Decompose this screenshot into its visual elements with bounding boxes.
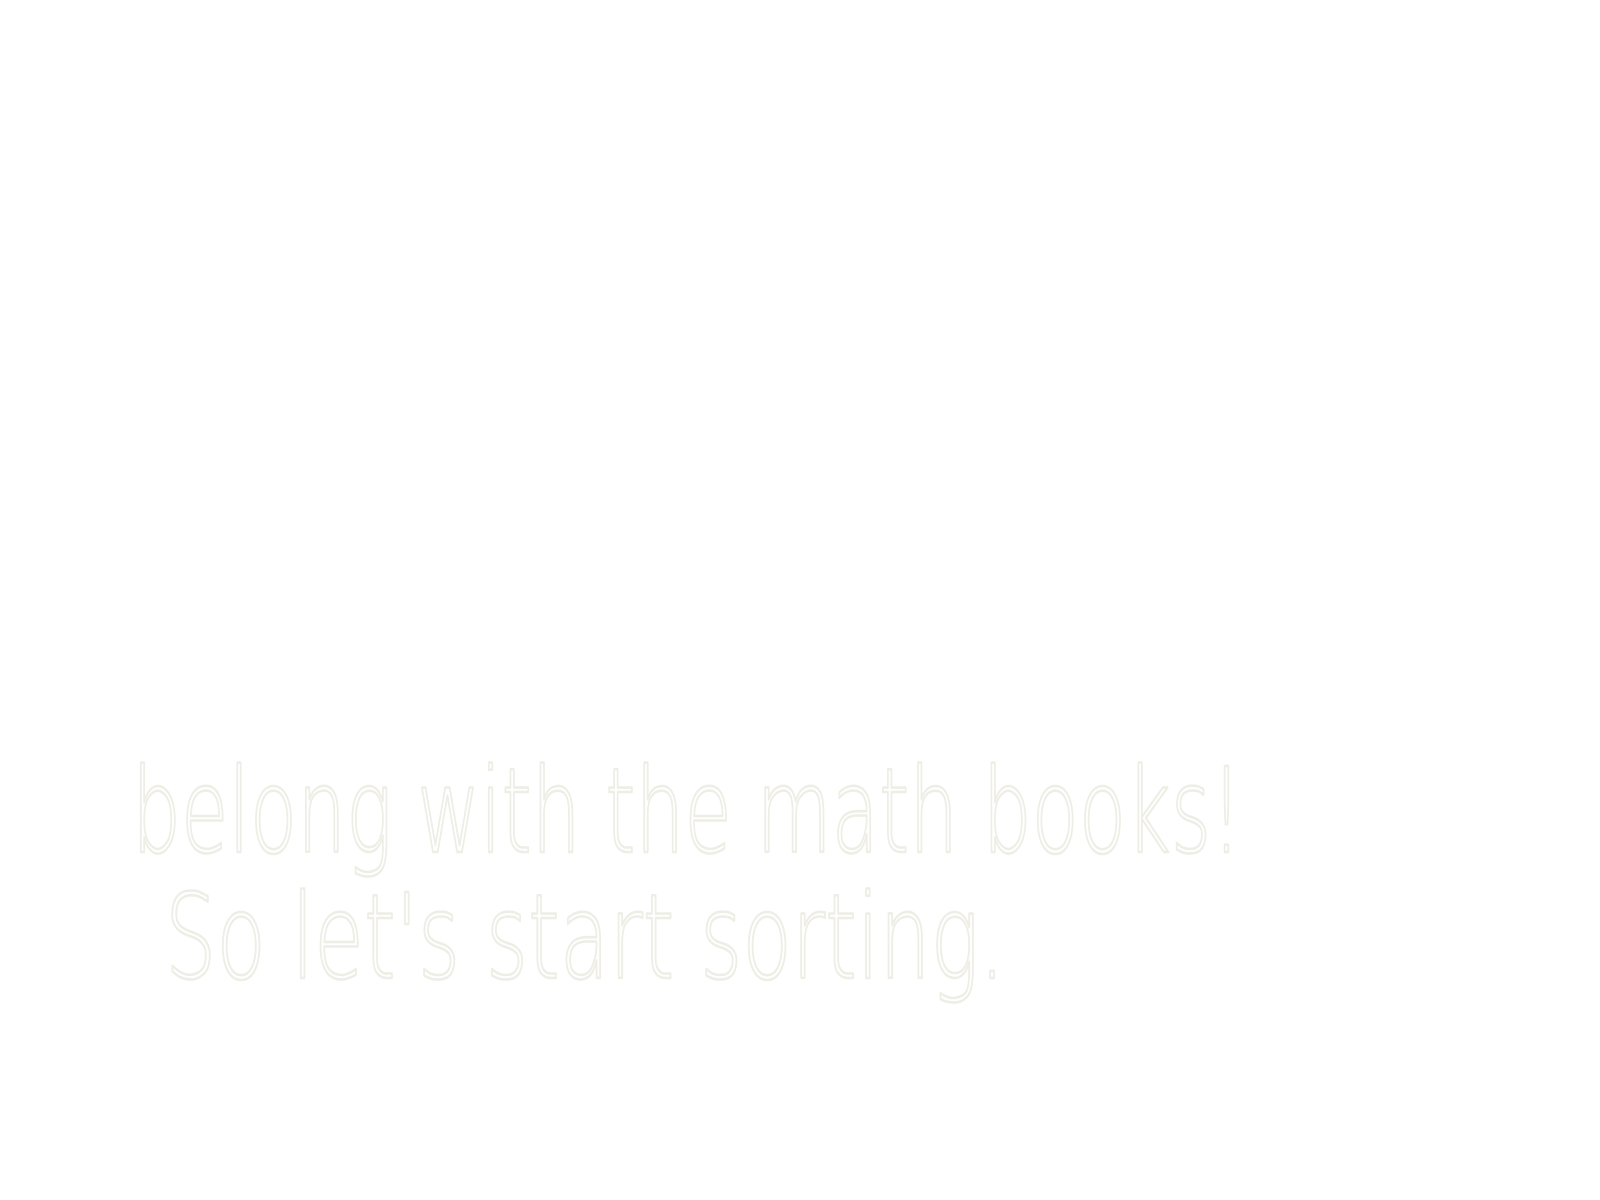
caption-line-2: So let's start sorting. <box>165 868 1005 1006</box>
caption-line-1: belong with the math books! <box>132 742 1242 880</box>
handwritten-caption: belong with the math books! So let's sta… <box>131 741 1244 1008</box>
whiteboard-canvas: belong with the math books! So let's sta… <box>0 0 1600 1200</box>
